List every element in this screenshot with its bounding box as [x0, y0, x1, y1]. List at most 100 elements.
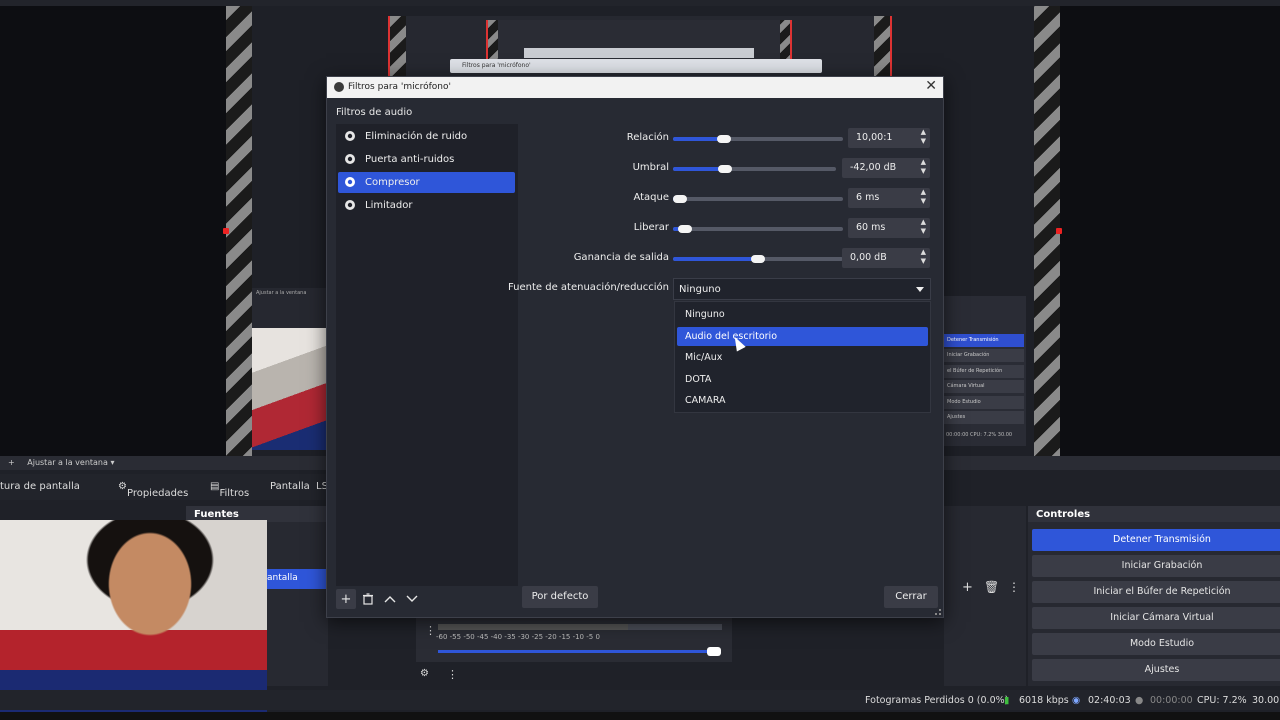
chevron-down-icon[interactable]: [916, 287, 924, 292]
audio-filters-label: Filtros de audio: [336, 107, 413, 118]
nested-status: 00:00:00 CPU: 7.2% 30.00: [946, 432, 1013, 438]
eye-icon[interactable]: [344, 199, 356, 211]
threshold-label: Umbral: [632, 162, 669, 173]
fps: 30.00: [1252, 695, 1280, 706]
sidechain-select[interactable]: Ninguno: [673, 278, 931, 300]
filter-item-noise-suppression[interactable]: Eliminación de ruido: [338, 126, 515, 147]
context-bar: tura de pantalla ⚙ Propiedades ▤ Filtros…: [0, 474, 330, 500]
close-button[interactable]: Cerrar: [884, 586, 938, 608]
spin-arrows-icon[interactable]: ▲ ▼: [921, 158, 926, 176]
filter-label: Limitador: [365, 200, 413, 211]
volume-meter-level: [438, 624, 628, 630]
release-spinbox[interactable]: 60 ms ▲ ▼: [848, 218, 930, 238]
obs-logo-icon: [334, 82, 344, 92]
stream-icon: ◉: [1072, 695, 1081, 706]
source-name: tura de pantalla: [0, 481, 80, 492]
start-recording-button[interactable]: Iniciar Grabación: [1032, 555, 1280, 577]
more-icon[interactable]: ⋮: [1008, 580, 1020, 594]
eye-icon[interactable]: [344, 130, 356, 142]
studio-mode-button[interactable]: Modo Estudio: [1032, 633, 1280, 655]
output-gain-slider-thumb[interactable]: [751, 255, 765, 263]
filter-item-limiter[interactable]: Limitador: [338, 195, 515, 216]
release-label: Liberar: [633, 222, 669, 233]
gear-icon[interactable]: ⚙: [420, 668, 429, 679]
chevron-down-icon[interactable]: ▾: [110, 458, 114, 467]
nested-webcam: [252, 328, 327, 450]
bitrate: 6018 kbps: [1019, 695, 1069, 706]
move-up-button[interactable]: [380, 589, 400, 609]
threshold-slider-thumb[interactable]: [718, 165, 733, 173]
attack-spinbox[interactable]: 6 ms ▲ ▼: [848, 188, 930, 208]
nested-mini-dialog-title: Filtros para 'micrófono': [462, 62, 531, 69]
attack-slider-thumb[interactable]: [673, 195, 687, 203]
output-gain-value: 0,00 dB: [850, 252, 887, 263]
resize-grip-icon[interactable]: [935, 609, 941, 615]
start-replay-buffer-button[interactable]: Iniciar el Búfer de Repetición: [1032, 581, 1280, 603]
display-label: Pantalla: [270, 481, 310, 492]
nested-control: Ajustes: [944, 411, 1024, 424]
plus-icon: +: [340, 591, 352, 607]
filters-dialog: Filtros para 'micrófono' ✕ Filtros de au…: [326, 76, 944, 618]
plus-icon[interactable]: +: [8, 458, 17, 467]
eye-icon[interactable]: [344, 176, 356, 188]
dropped-frames: Fotogramas Perdidos 0 (0.0%): [865, 695, 1009, 706]
dropdown-option[interactable]: Audio del escritorio: [677, 327, 928, 346]
nested-left-panel: Ajustar a la ventana: [252, 288, 328, 328]
close-icon[interactable]: ✕: [925, 78, 937, 94]
spin-arrows-icon[interactable]: ▲ ▼: [921, 128, 926, 146]
attack-value: 6 ms: [856, 192, 880, 203]
transform-handle[interactable]: [1056, 228, 1062, 234]
signal-icon: ▮: [1004, 695, 1010, 706]
trash-icon: [363, 593, 373, 605]
transitions-panel: [944, 506, 1026, 686]
sidechain-label: Fuente de atenuación/reducción: [507, 282, 669, 293]
volume-slider-thumb[interactable]: [707, 647, 721, 656]
meter-scale: -60 -55 -50 -45 -40 -35 -30 -25 -20 -15 …: [436, 633, 600, 641]
spin-arrows-icon[interactable]: ▲ ▼: [921, 248, 926, 266]
stop-streaming-button[interactable]: Detener Transmisión: [1032, 529, 1280, 551]
eye-icon[interactable]: [344, 153, 356, 165]
start-virtual-camera-button[interactable]: Iniciar Cámara Virtual: [1032, 607, 1280, 629]
cpu-usage: CPU: 7.2%: [1197, 695, 1247, 706]
controls-header: Controles: [1028, 506, 1280, 522]
output-gain-spinbox[interactable]: 0,00 dB ▲ ▼: [842, 248, 930, 268]
filter-label: Puerta anti-ruidos: [365, 154, 455, 165]
filters-button[interactable]: ▤ Filtros: [210, 481, 249, 499]
add-transition-icon[interactable]: +: [962, 580, 973, 595]
move-down-button[interactable]: [402, 589, 422, 609]
chevron-up-icon: [384, 596, 396, 603]
dropdown-option[interactable]: Mic/Aux: [677, 348, 928, 367]
add-filter-button[interactable]: +: [336, 589, 356, 609]
dropdown-option[interactable]: DOTA: [677, 370, 928, 389]
threshold-spinbox[interactable]: -42,00 dB ▲ ▼: [842, 158, 930, 178]
properties-button[interactable]: ⚙ Propiedades: [118, 481, 188, 499]
nested-control: el Búfer de Repetición: [944, 365, 1024, 378]
ratio-label: Relación: [626, 132, 669, 143]
release-slider[interactable]: [673, 227, 843, 231]
chevron-down-icon: [406, 595, 418, 602]
record-time: 00:00:00: [1150, 695, 1193, 706]
trash-icon[interactable]: 🗑: [984, 580, 999, 594]
release-slider-thumb[interactable]: [677, 225, 692, 233]
filter-item-noise-gate[interactable]: Puerta anti-ruidos: [338, 149, 515, 170]
fit-window-label[interactable]: Ajustar a la ventana: [27, 458, 108, 467]
attack-label: Ataque: [633, 192, 669, 203]
mixer-menu-icon[interactable]: ⋮: [425, 624, 436, 637]
transform-handle[interactable]: [223, 228, 229, 234]
source-item-selected[interactable]: antalla: [267, 569, 328, 589]
volume-slider[interactable]: [438, 650, 714, 653]
remove-filter-button[interactable]: [358, 589, 378, 609]
dropdown-option[interactable]: CAMARA: [677, 391, 928, 410]
sidechain-dropdown: Ninguno Audio del escritorio Mic/Aux DOT…: [674, 301, 931, 413]
attack-slider[interactable]: [673, 197, 843, 201]
settings-button[interactable]: Ajustes: [1032, 659, 1280, 681]
ratio-spinbox[interactable]: 10,00:1 ▲ ▼: [848, 128, 930, 148]
ratio-slider-thumb[interactable]: [717, 135, 731, 143]
mixer-more-icon[interactable]: ⋮: [447, 668, 458, 681]
output-gain-label: Ganancia de salida: [573, 252, 669, 263]
filter-item-compressor[interactable]: Compresor: [338, 172, 515, 193]
defaults-button[interactable]: Por defecto: [522, 586, 598, 608]
spin-arrows-icon[interactable]: ▲ ▼: [921, 218, 926, 236]
dropdown-option[interactable]: Ninguno: [677, 305, 928, 324]
spin-arrows-icon[interactable]: ▲ ▼: [921, 188, 926, 206]
